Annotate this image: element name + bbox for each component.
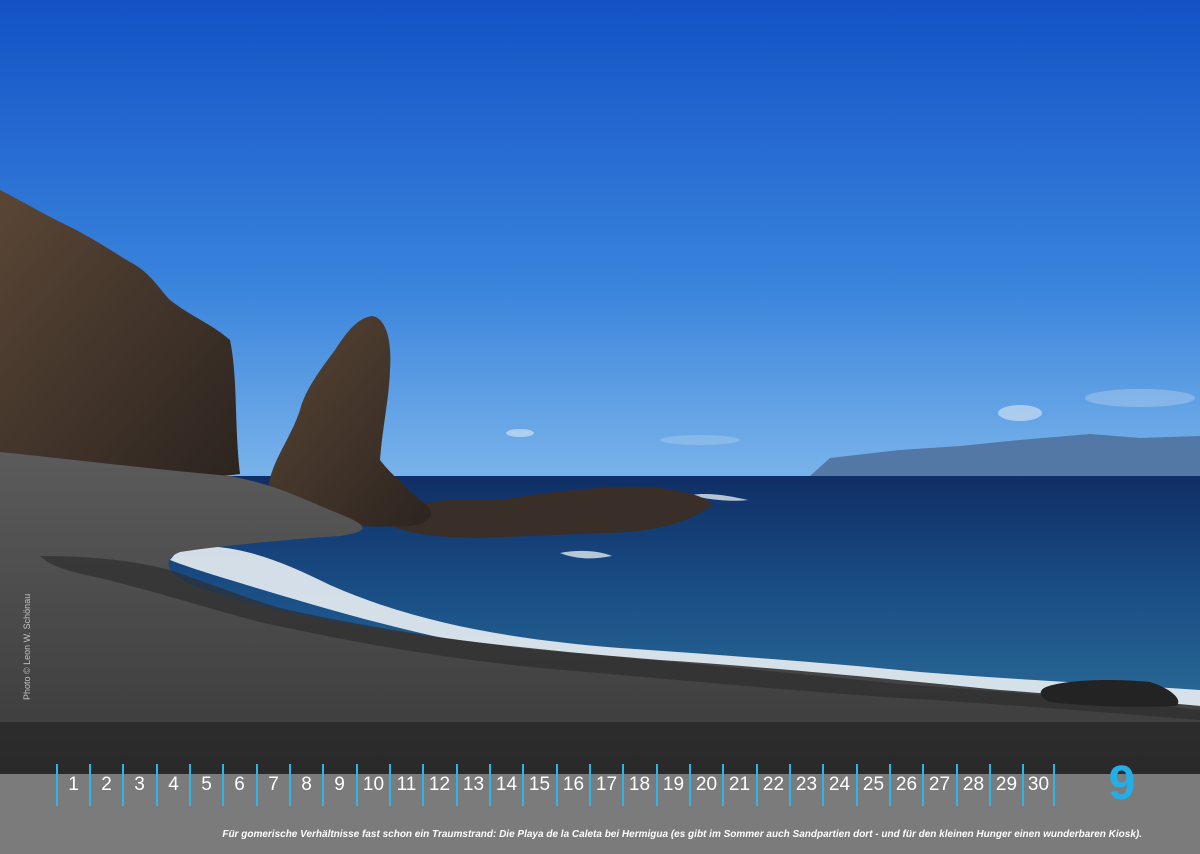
calendar-day: 18: [622, 764, 655, 806]
photo-caption: Für gomerische Verhältnisse fast schon e…: [222, 829, 1142, 840]
calendar-day: 11: [389, 764, 422, 806]
calendar-day: 28: [956, 764, 989, 806]
calendar-day: 17: [589, 764, 622, 806]
calendar-day: 25: [856, 764, 889, 806]
calendar-day: 6: [222, 764, 255, 806]
calendar-day: 2: [89, 764, 122, 806]
calendar-day: 5: [189, 764, 222, 806]
calendar-day: 21: [722, 764, 755, 806]
calendar-day: 30: [1022, 764, 1055, 806]
calendar-day: 19: [656, 764, 689, 806]
photo-credit: Photo © Leon W. Schönau: [22, 593, 32, 700]
calendar-day: 23: [789, 764, 822, 806]
calendar-day: 26: [889, 764, 922, 806]
landscape-photo: [0, 0, 1200, 774]
calendar-day: 14: [489, 764, 522, 806]
calendar-day: 29: [989, 764, 1022, 806]
calendar-day: 4: [156, 764, 189, 806]
calendar-day: 1: [56, 764, 89, 806]
calendar-day: 27: [922, 764, 955, 806]
calendar-day: 13: [456, 764, 489, 806]
calendar-day: 7: [256, 764, 289, 806]
calendar-day: 12: [422, 764, 455, 806]
calendar-day: 10: [356, 764, 389, 806]
calendar-day: 3: [122, 764, 155, 806]
calendar-day: 9: [322, 764, 355, 806]
calendar-day: 24: [822, 764, 855, 806]
calendar-day: 8: [289, 764, 322, 806]
calendar-day: 20: [689, 764, 722, 806]
month-number: 9: [1108, 757, 1136, 810]
calendar-day: 16: [556, 764, 589, 806]
calendar-day: 22: [756, 764, 789, 806]
calendar-day: 15: [522, 764, 555, 806]
